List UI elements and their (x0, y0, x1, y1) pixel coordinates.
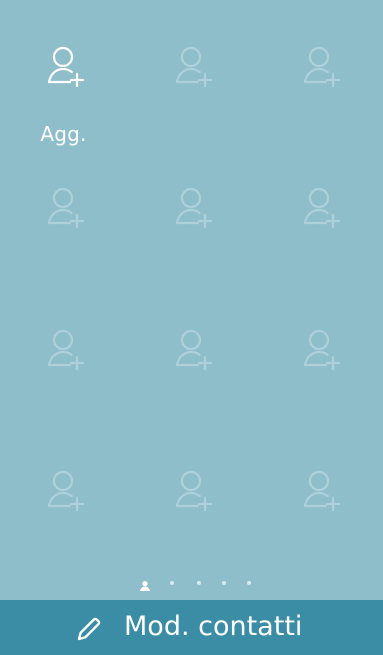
edit-contacts-button[interactable]: Mod. contatti (0, 600, 383, 655)
contact-slot-empty[interactable] (256, 424, 383, 554)
person-add-icon (172, 185, 218, 231)
pencil-icon (75, 615, 103, 643)
person-add-icon (300, 468, 346, 514)
person-add-icon (172, 327, 218, 373)
contact-slot-empty[interactable] (128, 141, 255, 271)
page-dot (170, 581, 174, 585)
contact-slot-empty[interactable] (0, 141, 127, 271)
contacts-widget-screen: Agg. Mod. contatti (0, 0, 383, 655)
person-add-icon (172, 44, 218, 90)
person-add-icon (300, 44, 346, 90)
person-add-icon (300, 327, 346, 373)
contact-slot-empty[interactable] (128, 0, 255, 130)
contact-slot-empty[interactable] (256, 141, 383, 271)
person-add-icon (44, 327, 90, 373)
page-dot (222, 581, 226, 585)
contact-slot-empty[interactable] (0, 424, 127, 554)
add-contact-slot[interactable]: Agg. (0, 0, 127, 146)
contact-grid: Agg. (0, 0, 383, 590)
person-add-icon (172, 468, 218, 514)
page-dot (247, 581, 251, 585)
person-icon (139, 577, 151, 591)
contact-slot-empty[interactable] (256, 283, 383, 413)
contact-slot-empty[interactable] (0, 283, 127, 413)
person-add-icon (44, 468, 90, 514)
person-add-icon (44, 44, 90, 90)
contact-slot-empty[interactable] (128, 424, 255, 554)
page-dot (197, 581, 201, 585)
page-indicator[interactable] (0, 577, 383, 593)
contact-slot-empty[interactable] (128, 283, 255, 413)
contact-slot-empty[interactable] (256, 0, 383, 130)
person-add-icon (300, 185, 346, 231)
edit-contacts-label: Mod. contatti (124, 611, 303, 642)
person-add-icon (44, 185, 90, 231)
